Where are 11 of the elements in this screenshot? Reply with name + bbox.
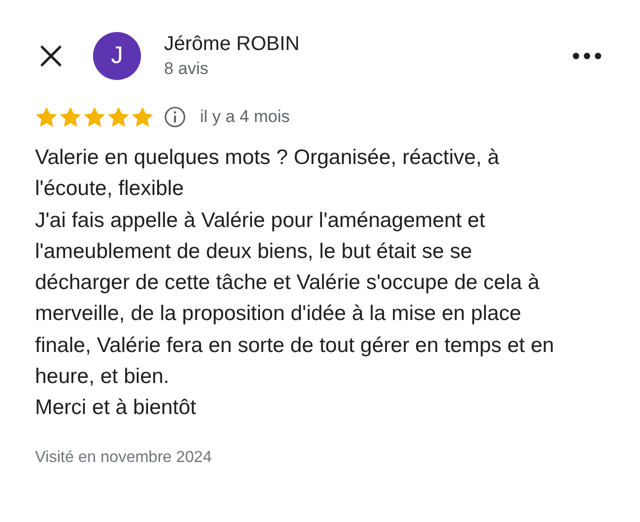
review-time: il y a 4 mois [200, 107, 290, 127]
avatar: J [93, 32, 141, 80]
review-text: Valerie en quelques mots ? Organisée, réactive, à l'écoute, flexible [35, 145, 500, 202]
reviewer-name[interactable]: Jérôme ROBIN [164, 33, 572, 56]
close-icon[interactable] [39, 44, 63, 68]
review-text: J'ai fais appelle à Valérie pour l'aménagement et l'ameublement de deux biens, le but était se se décharger de cette tâche et Valérie s'occupe de cela à merveille, de la proposition d'idée à la mise en place finale, Valérie fera en sorte de tout gérer en temps et en heure, et bien. [35, 208, 556, 390]
info-icon[interactable] [164, 106, 186, 128]
more-icon[interactable] [572, 52, 602, 60]
review-count: 8 avis [164, 59, 210, 79]
review-text: Merci et à bientôt [35, 395, 198, 422]
visit-date: Visité en novembre 2024 [35, 448, 213, 467]
